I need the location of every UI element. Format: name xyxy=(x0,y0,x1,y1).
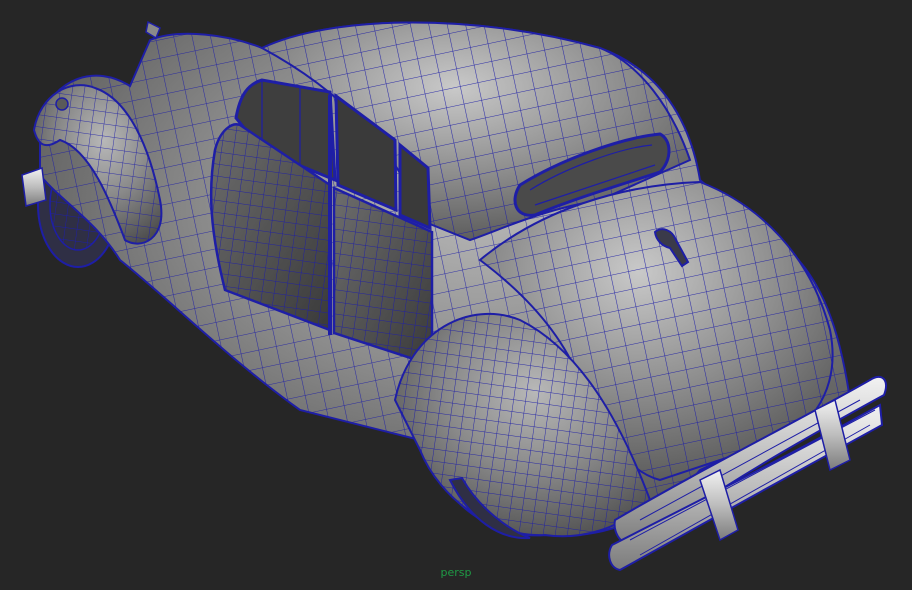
3d-viewport[interactable]: persp xyxy=(0,0,912,590)
hood-ornament xyxy=(145,20,161,40)
car-model-render[interactable] xyxy=(0,0,912,590)
front-bumper xyxy=(21,166,47,207)
headlamp xyxy=(55,97,69,111)
camera-label: persp xyxy=(440,566,472,579)
